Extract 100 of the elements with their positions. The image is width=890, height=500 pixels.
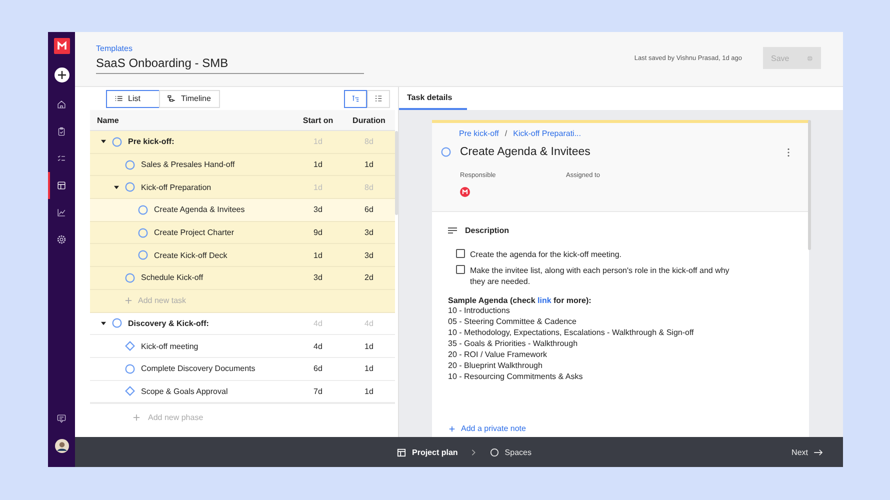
avatar-icon[interactable]	[54, 438, 68, 452]
circle-icon	[112, 136, 122, 147]
duration-cell-text: 4d	[364, 318, 374, 328]
timeline-icon	[167, 94, 176, 103]
checklist-icon	[56, 153, 67, 164]
agenda-line: 20 - Blueprint Walkthrough	[448, 360, 544, 371]
task-row[interactable]: Kick-off meeting 4d 1d	[90, 335, 395, 358]
task-row[interactable]: Schedule Kick-off 3d 2d	[90, 267, 395, 290]
start-cell-text: 7d	[312, 386, 324, 396]
breadcrumb-link[interactable]: Kick-off Preparati...	[513, 129, 581, 138]
chat-icon[interactable]	[56, 413, 67, 424]
task-name: Create Kick-off Deck	[154, 250, 228, 260]
task-name: Complete Discovery Documents	[141, 364, 256, 374]
column-header: Start on	[302, 116, 334, 124]
task-row[interactable]: Kick-off Preparation 1d 8d	[90, 176, 395, 200]
duration-cell-text: 1d	[364, 342, 374, 351]
caret-down-icon[interactable]	[100, 320, 106, 326]
templates-icon	[56, 180, 67, 191]
agenda-line: 10 - Introductions	[448, 305, 511, 316]
chart-icon	[56, 207, 67, 218]
title-field[interactable]: SaaS Onboarding - SMB	[96, 56, 364, 74]
next-button[interactable]: Next	[786, 446, 829, 458]
duration-cell-text: 8d	[364, 137, 374, 146]
task-name: Kick-off Preparation	[141, 182, 212, 192]
details-tab[interactable]: Task details	[399, 87, 467, 110]
user-avatar-icon[interactable]	[460, 187, 470, 197]
arrow-right-icon	[814, 448, 823, 456]
text-lines-icon	[448, 227, 457, 234]
agenda-line: 35 - Goals & Priorities - Walkthrough	[448, 338, 579, 349]
task-name: Create Project Charter	[154, 228, 234, 238]
task-row[interactable]: Complete Discovery Documents 6d 1d	[90, 358, 395, 381]
clipboard-icon	[56, 126, 67, 137]
phase-row[interactable]: Discovery & Kick-off: 4d 4d	[90, 312, 395, 336]
logo-mark-icon	[56, 41, 66, 51]
task-row[interactable]: Scope & Goals Approval 7d 1d	[90, 380, 395, 404]
duration-cell-text: 6d	[364, 205, 374, 214]
circle-icon	[112, 318, 122, 328]
step-link[interactable]: Spaces	[490, 448, 532, 456]
agenda-link[interactable]: link	[538, 296, 552, 305]
checklist-text: Make the invitee list, along with each person's role in the kick-off and why they are needed.	[470, 265, 730, 287]
flat-list-icon	[374, 94, 383, 103]
phase-name: Discovery & Kick-off:	[128, 318, 209, 328]
step-link[interactable]: Project plan	[397, 448, 458, 456]
duration-cell-text: 3d	[364, 250, 374, 260]
plus-icon	[125, 297, 132, 304]
task-name: Kick-off meeting	[141, 342, 198, 351]
duration-cell-text: 8d	[364, 182, 374, 192]
add-icon	[54, 66, 70, 82]
agenda-line: 20 - ROI / Value Framework	[448, 349, 548, 360]
duration-cell-text: 2d	[364, 273, 374, 282]
duration-cell-text: 1d	[364, 364, 374, 374]
view-tab[interactable]: Timeline	[159, 90, 220, 108]
breadcrumb-link[interactable]: Pre kick-off	[459, 129, 499, 138]
list-icon	[114, 94, 123, 103]
task-name: Schedule Kick-off	[141, 273, 204, 282]
add-note-link[interactable]: Add a private note	[461, 424, 526, 433]
caret-down-icon[interactable]	[100, 139, 106, 144]
task-row[interactable]: Create Kick-off Deck 1d 3d	[90, 244, 395, 268]
scrollbar[interactable]	[395, 131, 398, 215]
app-logo[interactable]	[54, 38, 70, 54]
circle-outline-icon	[490, 448, 499, 456]
home-icon	[56, 99, 67, 110]
duration-cell-text: 3d	[364, 228, 374, 238]
more-icon[interactable]	[787, 148, 790, 156]
start-cell-text: 1d	[312, 182, 324, 192]
column-header: Name	[96, 116, 120, 124]
layout-toggle-button[interactable]	[344, 90, 367, 108]
start-cell-text: 1d	[312, 137, 324, 146]
plus-icon	[449, 426, 455, 432]
checklist-text: Create the agenda for the kick-off meeting.	[470, 249, 622, 260]
checkbox[interactable]	[456, 265, 465, 274]
start-cell-text: 3d	[312, 273, 324, 282]
start-cell-text: 3d	[312, 205, 324, 214]
agenda-line: 10 - Resourcing Commitments & Asks	[448, 371, 584, 382]
task-row[interactable]: Create Project Charter 9d 3d	[90, 222, 395, 244]
section-heading: Description	[465, 226, 510, 235]
start-cell-text: 4d	[312, 318, 324, 328]
task-name: Sales & Presales Hand-off	[141, 160, 235, 170]
start-cell-text: 1d	[312, 250, 324, 260]
phase-row[interactable]: Pre kick-off: 1d 8d	[90, 131, 395, 154]
breadcrumb-link[interactable]: Templates	[96, 44, 364, 53]
start-cell-text: 9d	[312, 228, 324, 238]
chevron-right-icon	[470, 448, 476, 456]
settings-icon	[56, 234, 67, 245]
start-cell-text: 1d	[312, 160, 324, 170]
task-row[interactable]: Create Agenda & Invitees 3d 6d	[90, 199, 395, 222]
phase-name: Pre kick-off:	[128, 137, 174, 146]
start-cell-text: 4d	[312, 342, 324, 351]
caret-down-icon[interactable]	[114, 184, 118, 190]
task-name: Create Agenda & Invitees	[154, 205, 245, 214]
task-name: Scope & Goals Approval	[141, 386, 228, 396]
plus-icon	[133, 414, 140, 422]
task-row[interactable]: Sales & Presales Hand-off 1d 1d	[90, 154, 395, 176]
agenda-line: 10 - Methodology, Expectations, Escalations - Walkthrough & Sign-off	[448, 327, 695, 338]
circle-icon[interactable]	[441, 147, 451, 157]
checkbox[interactable]	[456, 249, 465, 258]
view-tab[interactable]: List	[106, 90, 160, 108]
start-cell-text: 6d	[312, 364, 324, 374]
duration-cell-text: 1d	[364, 160, 374, 170]
task-title: Create Agenda & Invitees	[460, 146, 592, 158]
